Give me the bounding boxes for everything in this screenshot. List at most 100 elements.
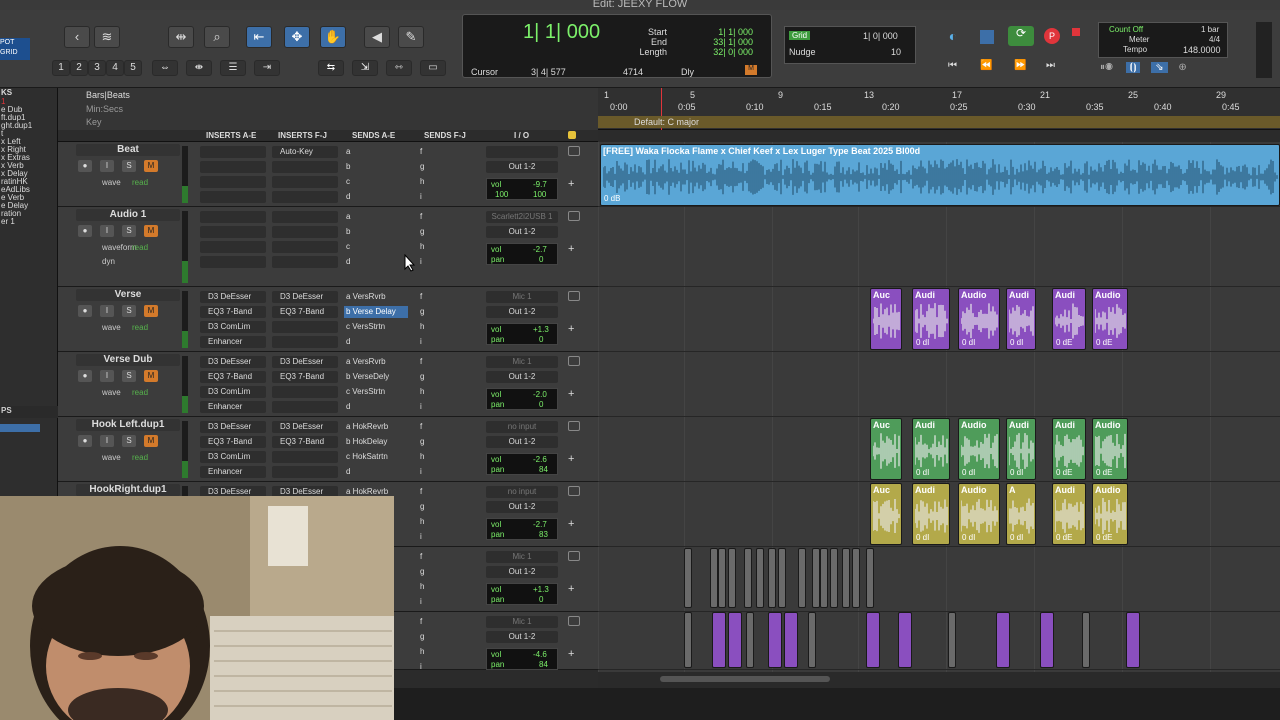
clip-gain[interactable]: 0 dE [1096, 468, 1112, 477]
output-window-icon[interactable] [568, 421, 580, 431]
insert-slot-ae[interactable]: D3 DeEsser [200, 291, 266, 303]
track-list-item[interactable]: e Dub [0, 106, 57, 114]
track-header[interactable]: Verse ● I S Mwave read D3 DeEsser D3 DeEsser a V… [58, 287, 598, 352]
solo-button[interactable]: S [122, 225, 136, 237]
fx-clip[interactable] [866, 612, 880, 668]
verse-audio-clip[interactable]: Auc [870, 288, 902, 350]
nudge-value[interactable]: 10 [891, 47, 901, 57]
send-slot-fj[interactable]: f [418, 486, 482, 498]
stop-icon[interactable] [980, 30, 994, 44]
hook-right-audio-clip[interactable]: Audi 0 dI [912, 483, 950, 545]
send-slot-fj[interactable]: i [418, 596, 482, 608]
track-lane[interactable] [598, 612, 1280, 670]
search-icon[interactable]: ⌕ [204, 26, 230, 48]
send-slot-fj[interactable]: g [418, 436, 482, 448]
track-list-item[interactable]: ration [0, 210, 57, 218]
input-monitor-button[interactable]: I [100, 435, 114, 447]
speaker-icon[interactable]: ◀ [364, 26, 390, 48]
send-slot-ae[interactable]: b VerseDely [344, 371, 408, 383]
hook-right-audio-clip[interactable]: Audi 0 dE [1052, 483, 1086, 545]
track-name[interactable]: Verse [76, 289, 180, 301]
fx-clip[interactable] [1082, 612, 1090, 668]
vol-value[interactable]: -2.7 [533, 520, 547, 529]
input-monitor-button[interactable]: I [100, 160, 114, 172]
mute-button[interactable]: M [144, 370, 158, 382]
adlib-clip[interactable] [820, 548, 828, 608]
send-slot-fj[interactable]: h [418, 451, 482, 463]
waveform-zoom-icon[interactable]: ≋ [94, 26, 120, 48]
clip-gain[interactable]: 0 dE [1056, 338, 1072, 347]
clip-gain[interactable]: 0 dI [962, 338, 975, 347]
insert-slot-fj[interactable]: Auto-Key [272, 146, 338, 158]
tempo-map-icon[interactable]: ⇘ [1151, 62, 1168, 73]
track-lane[interactable] [598, 207, 1280, 287]
send-slot-fj[interactable]: g [418, 371, 482, 383]
fx-clip[interactable] [746, 612, 754, 668]
send-slot-fj[interactable]: g [418, 631, 482, 643]
output-selector[interactable]: Out 1-2 [486, 226, 558, 238]
send-slot-ae[interactable]: b HokDelay [344, 436, 408, 448]
input-selector[interactable]: Mic 1 [486, 291, 558, 303]
clip-gain[interactable]: 0 dI [1010, 533, 1023, 542]
grid-mode-badge[interactable]: POT GRID [0, 38, 30, 60]
zoom-out-icon[interactable]: ‹ [64, 26, 90, 48]
fx-clip[interactable] [712, 612, 726, 668]
group-all[interactable] [0, 424, 40, 432]
vol-value[interactable]: +1.3 [533, 585, 549, 594]
shuffle-mode-icon[interactable]: ⇔ [152, 60, 178, 76]
add-plus-icon[interactable]: + [568, 518, 574, 530]
vol-value[interactable]: -2.7 [533, 245, 547, 254]
send-slot-ae[interactable]: c VersStrtn [344, 321, 408, 333]
verse-audio-clip[interactable]: Audio 0 dI [958, 288, 1000, 350]
output-selector[interactable]: Out 1-2 [486, 566, 558, 578]
adlib-clip[interactable] [728, 548, 736, 608]
scroll-thumb[interactable] [660, 676, 830, 682]
clip-gain[interactable]: 0 dI [962, 468, 975, 477]
insert-slot-ae[interactable]: D3 DeEsser [200, 356, 266, 368]
send-slot-fj[interactable]: i [418, 531, 482, 543]
online-icon[interactable]: ◐ [942, 28, 964, 48]
zoom-preset-5[interactable]: 5 [124, 60, 142, 76]
pan-value[interactable]: 83 [539, 530, 548, 539]
solo-button[interactable]: S [122, 435, 136, 447]
send-slot-ae[interactable]: b [344, 226, 408, 238]
grid-mode-icon[interactable]: ⇥ [254, 60, 280, 76]
input-selector[interactable]: Mic 1 [486, 356, 558, 368]
tempo-value[interactable]: 148.0000 [1183, 45, 1221, 55]
solo-button[interactable]: S [122, 160, 136, 172]
insert-slot-ae[interactable] [200, 191, 266, 203]
insert-slot-fj[interactable] [272, 241, 338, 253]
hook-left-audio-clip[interactable]: Audi 0 dI [912, 418, 950, 480]
add-plus-icon[interactable]: + [568, 388, 574, 400]
insert-slot-ae[interactable]: D3 ComLim [200, 451, 266, 463]
track-view-selector[interactable]: wave [102, 323, 121, 332]
spot-mode-icon[interactable]: ☰ [220, 60, 246, 76]
volume-pan-display[interactable]: vol -4.6 pan 84 [486, 648, 558, 670]
fx-clip[interactable] [784, 612, 798, 668]
insert-slot-ae[interactable] [200, 226, 266, 238]
insert-slot-ae[interactable]: D3 ComLim [200, 386, 266, 398]
output-selector[interactable]: Out 1-2 [486, 371, 558, 383]
track-list-item[interactable]: x Extras [0, 154, 57, 162]
volume-pan-display[interactable]: vol +1.3 pan 0 [486, 583, 558, 605]
insert-slot-ae[interactable]: Enhancer [200, 401, 266, 413]
send-slot-fj[interactable]: f [418, 291, 482, 303]
insert-slot-fj[interactable] [272, 386, 338, 398]
metronome-icon[interactable]: ⏸◉ [1100, 62, 1113, 73]
fx-clip[interactable] [808, 612, 816, 668]
clip-gain[interactable]: 0 dE [1096, 533, 1112, 542]
automation-mode[interactable]: read [132, 323, 148, 332]
insert-slot-ae[interactable]: EQ3 7-Band [200, 371, 266, 383]
send-slot-fj[interactable]: i [418, 256, 482, 268]
output-selector[interactable]: Out 1-2 [486, 161, 558, 173]
pan-left-value[interactable]: 100 [495, 190, 508, 199]
send-slot-fj[interactable]: g [418, 226, 482, 238]
insert-slot-ae[interactable]: Enhancer [200, 466, 266, 478]
pencil-tool-icon[interactable]: ✎ [398, 26, 424, 48]
send-slot-ae[interactable]: d [344, 256, 408, 268]
insert-slot-fj[interactable] [272, 401, 338, 413]
insert-slot-ae[interactable]: EQ3 7-Band [200, 436, 266, 448]
insert-slot-fj[interactable] [272, 256, 338, 268]
fast-forward-icon[interactable]: ⏩ [1014, 60, 1026, 71]
input-selector[interactable]: Mic 1 [486, 616, 558, 628]
